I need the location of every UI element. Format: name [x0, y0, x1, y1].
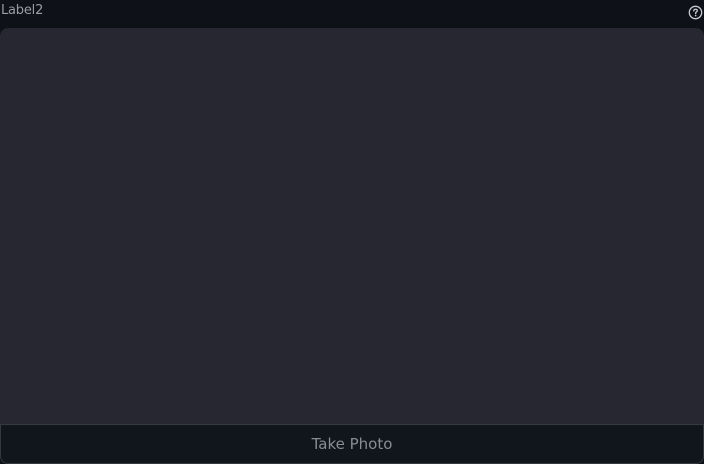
widget-label: Label2	[1, 3, 44, 18]
camera-input-widget: Label2 Take Photo	[0, 0, 704, 464]
take-photo-button[interactable]: Take Photo	[0, 424, 704, 464]
help-icon[interactable]	[687, 4, 703, 20]
camera-preview	[0, 28, 704, 424]
question-circle-icon	[688, 5, 702, 19]
take-photo-label: Take Photo	[311, 435, 393, 453]
label-row: Label2	[0, 0, 704, 24]
